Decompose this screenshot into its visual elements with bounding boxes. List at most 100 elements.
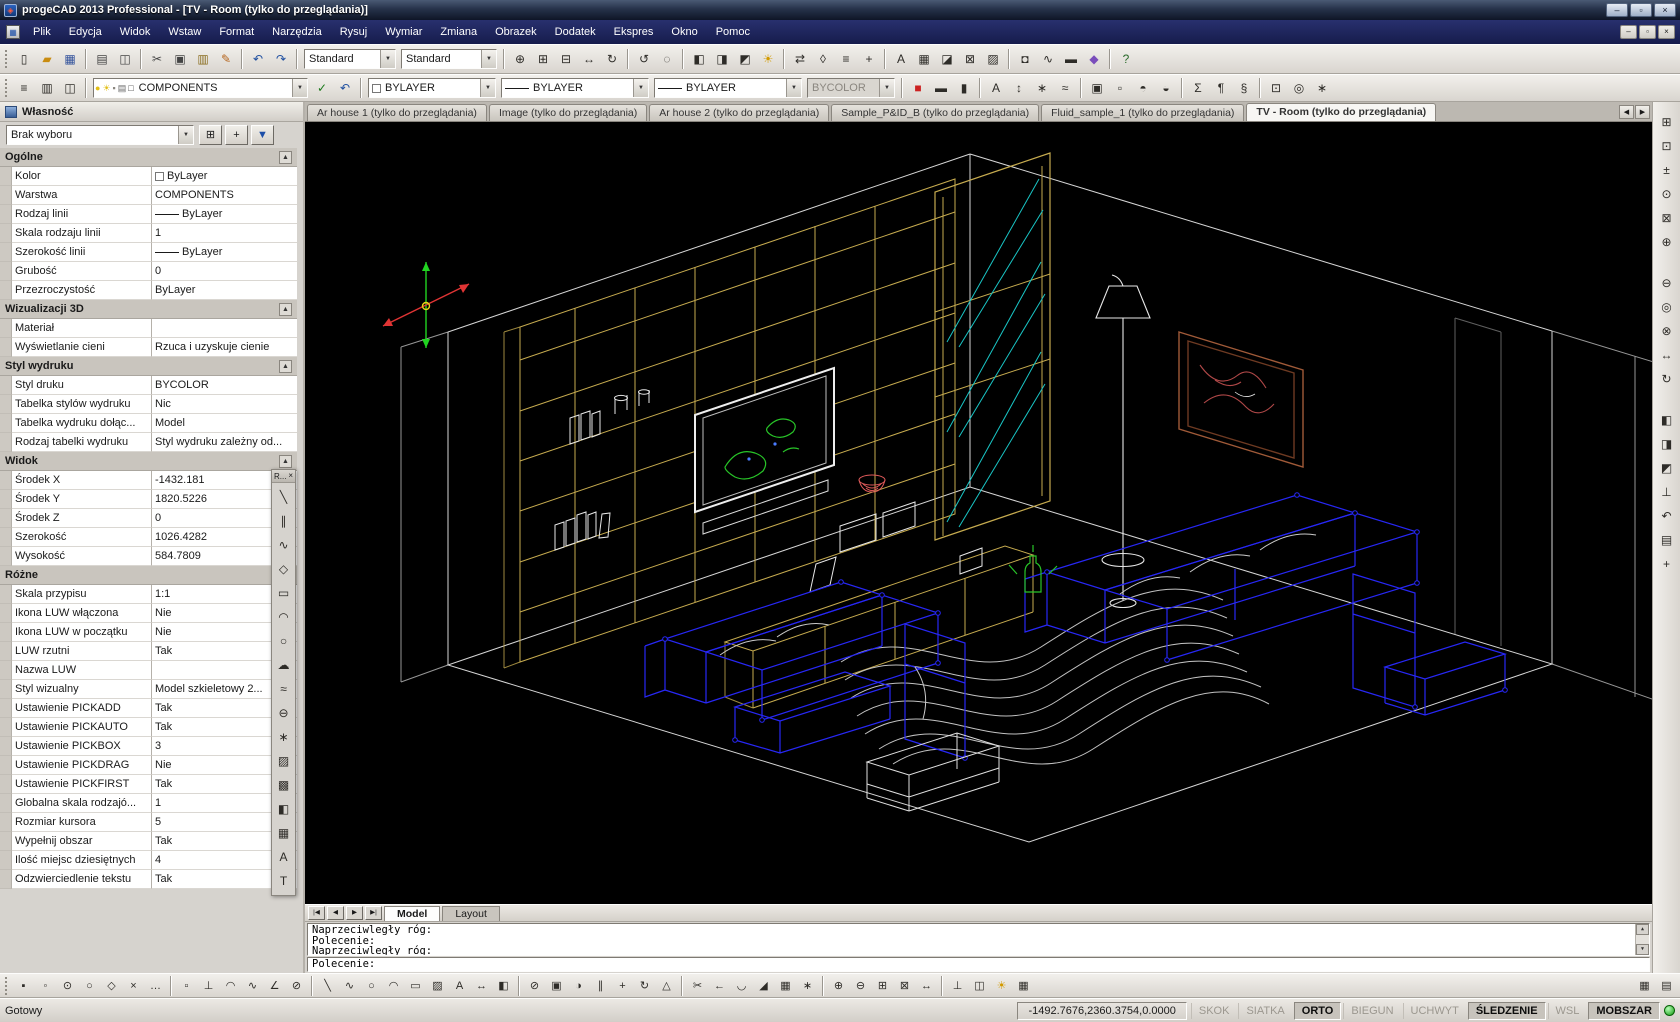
modify-scale-icon[interactable]: △ (656, 976, 677, 996)
modify-erase-icon[interactable]: ⊘ (524, 976, 545, 996)
menu-obrazek[interactable]: Obrazek (486, 22, 546, 42)
fields-icon[interactable]: ¶ (1210, 77, 1232, 99)
property-value[interactable]: 0 (152, 262, 297, 281)
regen-icon[interactable]: ↺ (633, 48, 655, 70)
zoom-window-icon[interactable]: ⊞ (532, 48, 554, 70)
section-header[interactable]: Ogólne▲ (0, 148, 297, 167)
vcr-button[interactable]: ◀ (327, 906, 344, 920)
mtext-icon[interactable]: A (890, 48, 912, 70)
double-line-icon[interactable]: ∥ (273, 509, 294, 533)
document-tab[interactable]: Ar house 1 (tylko do przeglądania) (307, 104, 487, 121)
modify-move-icon[interactable]: + (612, 976, 633, 996)
menu-format[interactable]: Format (210, 22, 263, 42)
tab-layout[interactable]: Layout (442, 906, 500, 921)
draw-order-front-icon[interactable]: ◓ (1132, 77, 1154, 99)
property-value[interactable]: Nic (152, 395, 297, 414)
color-combo[interactable]: BYLAYER▼ (368, 78, 496, 98)
zoom-in-tool-icon[interactable]: ⊕ (1656, 230, 1678, 253)
document-tab[interactable]: Sample_P&ID_B (tylko do przeglądania) (831, 104, 1039, 121)
menu-rysuj[interactable]: Rysuj (331, 22, 377, 42)
revision-cloud-icon[interactable]: ☁ (273, 653, 294, 677)
region-icon[interactable]: ▩ (273, 773, 294, 797)
menu-pomoc[interactable]: Pomoc (707, 22, 759, 42)
layers-manager-icon[interactable]: ≡ (13, 77, 35, 99)
grid-display-icon[interactable]: ▦ (1013, 976, 1034, 996)
chevron-down-icon[interactable]: ▼ (786, 79, 801, 97)
document-tab[interactable]: Image (tylko do przeglądania) (489, 104, 647, 121)
modify-fillet-icon[interactable]: ◡ (731, 976, 752, 996)
zoom-object-icon[interactable]: ⊠ (1656, 206, 1678, 229)
text-tool-icon[interactable]: T (273, 869, 294, 893)
properties-palette-icon[interactable]: ▬ (1060, 48, 1082, 70)
toggle-orto[interactable]: ORTO (1294, 1002, 1342, 1020)
document-tab[interactable]: Ar house 2 (tylko do przeglądania) (649, 104, 829, 121)
entity-linetype-icon[interactable]: ▬ (930, 77, 952, 99)
zoom-window-tool-icon[interactable]: ⊞ (1656, 110, 1678, 133)
ucs-origin-icon[interactable]: + (1656, 552, 1678, 575)
format-painter-icon[interactable]: ✎ (215, 48, 237, 70)
toggle-śledzenie[interactable]: ŚLEDZENIE (1468, 1002, 1546, 1020)
entity-track-icon[interactable]: ∿ (1037, 48, 1059, 70)
zoom-realtime-icon[interactable]: ⊕ (509, 48, 531, 70)
modify-offset-icon[interactable]: ∥ (590, 976, 611, 996)
pan-2-icon[interactable]: ↔ (916, 976, 937, 996)
menu-zmiana[interactable]: Zmiana (431, 22, 486, 42)
mdi-minimize-button[interactable]: – (1620, 25, 1637, 39)
ungroup-icon[interactable]: ▫ (1109, 77, 1131, 99)
polyline-icon[interactable]: ∿ (273, 533, 294, 557)
draw-arc-icon[interactable]: ◠ (383, 976, 404, 996)
draw-order-back-icon[interactable]: ◒ (1155, 77, 1177, 99)
snap-perpendicular-icon[interactable]: ⊥ (198, 976, 219, 996)
undo-icon[interactable]: ↶ (247, 48, 269, 70)
hatch-icon[interactable]: ▨ (273, 749, 294, 773)
multiline-style-icon[interactable]: ≈ (1054, 77, 1076, 99)
menu-wstaw[interactable]: Wstaw (159, 22, 210, 42)
tab-scroll-right-icon[interactable]: ▶ (1635, 105, 1650, 119)
vcr-button[interactable]: |◀ (308, 906, 325, 920)
snap-insertion-icon[interactable]: ▫ (176, 976, 197, 996)
menu-okno[interactable]: Okno (662, 22, 706, 42)
section-header[interactable]: Widok▲ (0, 452, 297, 471)
render-2-icon[interactable]: ☀ (991, 976, 1012, 996)
zoom-center-icon[interactable]: ⊙ (1656, 182, 1678, 205)
modify-array-icon[interactable]: ▦ (775, 976, 796, 996)
mdi-close-button[interactable]: × (1658, 25, 1675, 39)
ellipse-icon[interactable]: ⊖ (273, 701, 294, 725)
modify-mirror-icon[interactable]: ◑ (568, 976, 589, 996)
property-value[interactable]: ByLayer (152, 205, 297, 224)
mdi-restore-button[interactable]: ▫ (1639, 25, 1656, 39)
view-iso-icon[interactable]: ◩ (1656, 456, 1678, 479)
print-icon[interactable]: ▤ (91, 48, 113, 70)
xref-icon[interactable]: ⊠ (959, 48, 981, 70)
menu-narzędzia[interactable]: Narzędzia (263, 22, 331, 42)
orbit-tool-icon[interactable]: ↻ (1656, 367, 1678, 390)
draw-toolbar-header[interactable]: R... × (272, 470, 295, 483)
vcr-button[interactable]: ▶ (346, 906, 363, 920)
workspace-icon[interactable]: ◎ (1288, 77, 1310, 99)
draw-polyline-icon[interactable]: ∿ (339, 976, 360, 996)
zoom-extents-tool-icon[interactable]: ⊗ (1656, 319, 1678, 342)
redraw-icon[interactable]: ◌ (656, 48, 678, 70)
table-icon[interactable]: ▦ (913, 48, 935, 70)
layer-isolate-icon[interactable]: ◫ (59, 77, 81, 99)
section-header[interactable]: Wizualizacji 3D▲ (0, 300, 297, 319)
pan-realtime-icon[interactable]: ↔ (1656, 343, 1678, 366)
spline-icon[interactable]: ≈ (273, 677, 294, 701)
property-value[interactable]: Rzuca i uzyskuje cienie (152, 338, 297, 357)
property-value[interactable]: COMPONENTS (152, 186, 297, 205)
pan-icon[interactable]: ↔ (578, 48, 600, 70)
print-preview-icon[interactable]: ◫ (114, 48, 136, 70)
scroll-down-icon[interactable]: ▼ (1636, 944, 1649, 955)
property-value[interactable] (152, 319, 297, 338)
polygon-icon[interactable]: ◇ (273, 557, 294, 581)
ucs-icon[interactable]: ⊥ (947, 976, 968, 996)
render-icon[interactable]: ☀ (757, 48, 779, 70)
property-value[interactable]: BYCOLOR (152, 376, 297, 395)
spell-check-icon[interactable]: § (1233, 77, 1255, 99)
dim-style-manager-icon[interactable]: ↕ (1008, 77, 1030, 99)
chevron-down-icon[interactable]: ▼ (380, 50, 395, 68)
menu-dodatek[interactable]: Dodatek (546, 22, 605, 42)
command-scrollbar[interactable]: ▲ ▼ (1635, 924, 1649, 955)
property-value[interactable]: Model (152, 414, 297, 433)
zoom-extents-icon[interactable]: ⊠ (894, 976, 915, 996)
